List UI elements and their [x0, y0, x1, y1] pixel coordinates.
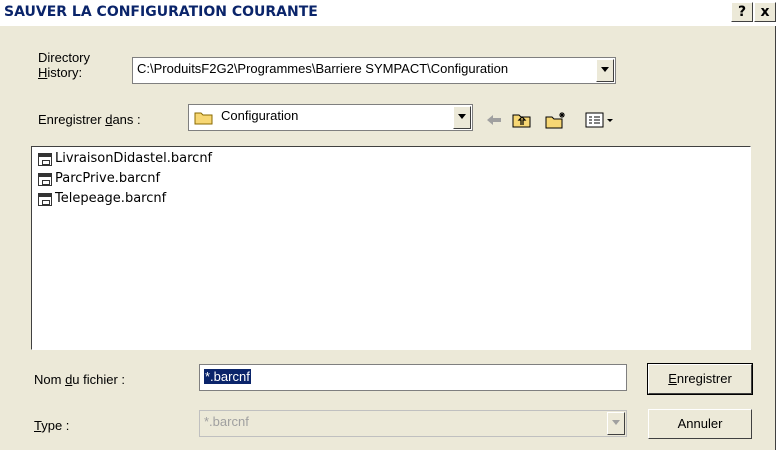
type-value: *.barcnf — [204, 414, 249, 429]
help-button[interactable]: ? — [731, 2, 753, 22]
file-icon — [38, 173, 52, 186]
history-label-line2: History: — [38, 65, 83, 80]
save-in-dropdown-button[interactable] — [453, 106, 471, 129]
save-in-combo[interactable]: Configuration — [188, 104, 473, 131]
file-name: Telepeage.barcnf — [55, 191, 167, 206]
file-name: ParcPrive.barcnf — [55, 171, 161, 186]
filename-value: *.barcnf — [204, 369, 251, 384]
history-dropdown-button[interactable] — [596, 59, 614, 82]
filename-input[interactable]: *.barcnf — [199, 364, 627, 391]
filename-label: Nom du fichier : — [34, 372, 126, 387]
save-in-label: Enregistrer dans : — [38, 112, 141, 127]
history-value: C:\ProduitsF2G2\Programmes\Barriere SYMP… — [137, 61, 509, 76]
up-folder-icon[interactable] — [512, 111, 532, 129]
back-arrow-icon[interactable] — [485, 111, 503, 129]
type-label: Type : — [34, 418, 70, 433]
view-menu-icon[interactable] — [585, 111, 619, 129]
type-combo[interactable]: *.barcnf — [199, 410, 627, 437]
type-dropdown-button[interactable] — [607, 412, 625, 435]
close-button[interactable]: x — [754, 2, 776, 22]
save-button[interactable]: Enregistrer — [647, 363, 753, 395]
save-in-value: Configuration — [221, 108, 299, 123]
file-list[interactable]: LivraisonDidastel.barcnf ParcPrive.barcnf… — [31, 146, 751, 350]
cancel-button[interactable]: Annuler — [648, 409, 752, 439]
save-dialog: SAUVER LA CONFIGURATION COURANTE ? x Dir… — [0, 0, 776, 450]
file-icon — [38, 153, 52, 166]
history-label-line1: Directory — [38, 50, 91, 65]
file-name: LivraisonDidastel.barcnf — [55, 151, 213, 166]
folder-icon — [194, 110, 214, 128]
title-bar: SAUVER LA CONFIGURATION COURANTE ? x — [0, 0, 776, 26]
history-combo[interactable]: C:\ProduitsF2G2\Programmes\Barriere SYMP… — [132, 57, 616, 84]
file-icon — [38, 193, 52, 206]
new-folder-icon[interactable] — [545, 111, 567, 129]
history-label: Directory History: — [38, 50, 90, 80]
dialog-title: SAUVER LA CONFIGURATION COURANTE — [4, 4, 318, 20]
